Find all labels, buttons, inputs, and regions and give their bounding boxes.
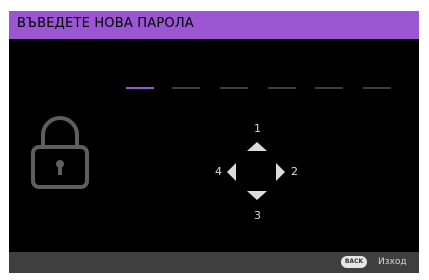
key-label-1: 1	[254, 122, 261, 135]
arrow-up-icon[interactable]	[247, 142, 267, 151]
footer-bar: BACK Изход	[9, 252, 419, 273]
exit-label: Изход	[378, 257, 407, 267]
arrow-right-icon[interactable]	[276, 163, 285, 181]
password-slot-1	[126, 87, 154, 89]
title-bar: ВЪВЕДЕТЕ НОВА ПАРОЛА	[9, 11, 419, 39]
password-slot-6	[363, 87, 391, 89]
key-label-3: 3	[254, 209, 261, 222]
dialog-title: ВЪВЕДЕТЕ НОВА ПАРОЛА	[17, 16, 194, 31]
password-dialog: ВЪВЕДЕТЕ НОВА ПАРОЛА 1 4 2 3 BACK Изход	[9, 11, 419, 273]
password-slot-2	[172, 87, 200, 89]
arrow-down-icon[interactable]	[247, 191, 267, 200]
back-key-icon[interactable]: BACK	[341, 256, 367, 268]
lock-icon	[31, 116, 89, 189]
password-slot-4	[268, 87, 296, 89]
key-label-4: 4	[215, 165, 222, 178]
password-slot-3	[220, 87, 248, 89]
key-label-2: 2	[291, 165, 298, 178]
password-slot-5	[315, 87, 343, 89]
arrow-left-icon[interactable]	[227, 163, 236, 181]
